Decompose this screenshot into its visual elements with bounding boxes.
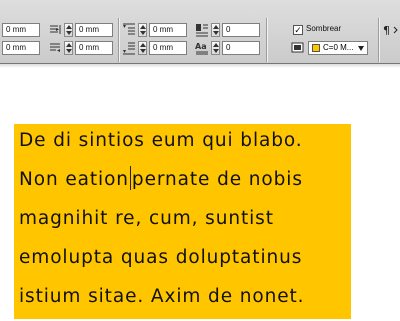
line-text: pernate de nobis — [131, 169, 303, 190]
line-text: magnihit re, cum, suntist — [14, 202, 351, 241]
space-before-stepper[interactable] — [138, 23, 147, 37]
shaded-paragraph[interactable]: De di sintios eum qui blabo. Non eation p… — [14, 124, 351, 319]
shading-color-name: C=0 M... — [323, 43, 354, 52]
svg-text:¶: ¶ — [383, 24, 390, 37]
last-line-indent-stepper[interactable] — [64, 41, 73, 55]
shading-color-icon — [291, 41, 305, 55]
shading-checkbox[interactable]: ✓ — [293, 25, 303, 35]
space-after-stepper[interactable] — [138, 41, 147, 55]
space-before-field[interactable]: 0 mm — [149, 23, 187, 37]
last-line-indent-icon — [48, 41, 62, 55]
right-indent-field[interactable]: 0 mm — [75, 23, 113, 37]
drop-cap-lines-stepper[interactable] — [211, 23, 220, 37]
text-line: emolupta quas doluptatinus — [14, 241, 351, 280]
document-page: De di sintios eum qui blabo. Non eation p… — [0, 86, 400, 321]
control-row-2: 0 mm 0 mm 0 mm Aa 0 C=0 M... — [0, 41, 400, 58]
right-indent-icon — [48, 23, 62, 37]
line-text: Non eation — [19, 169, 129, 190]
text-line: magnihit re, cum, suntist — [14, 202, 351, 241]
line-text-with-caret: Non eation pernate de nobis — [14, 163, 351, 202]
svg-text:Aa: Aa — [195, 42, 207, 51]
last-line-indent-field[interactable]: 0 mm — [75, 41, 113, 55]
right-indent-stepper[interactable] — [64, 23, 73, 37]
shading-color-dropdown[interactable]: C=0 M... — [308, 41, 368, 55]
paragraph-control-panel: 0 mm 0 mm 0 mm 0 ✓ Sombrear ¶ 0 mm 0 mm … — [0, 0, 400, 68]
color-swatch — [312, 44, 320, 52]
text-line: istium sitae. Axim de nonet. — [14, 280, 351, 319]
drop-cap-lines-field[interactable]: 0 — [222, 23, 260, 37]
space-after-field[interactable]: 0 mm — [149, 41, 187, 55]
text-line: De di sintios eum qui blabo. — [14, 124, 351, 163]
line-text: istium sitae. Axim de nonet. — [14, 280, 351, 319]
drop-cap-chars-stepper[interactable] — [211, 41, 220, 55]
control-row-1: 0 mm 0 mm 0 mm 0 ✓ Sombrear ¶ — [0, 18, 400, 62]
text-cursor — [129, 166, 131, 190]
chevron-down-icon — [358, 46, 364, 51]
left-indent-field[interactable]: 0 mm — [2, 23, 40, 37]
chevron-icon[interactable] — [393, 23, 400, 37]
drop-cap-chars-icon: Aa — [195, 41, 209, 55]
first-line-indent-field[interactable]: 0 mm — [2, 41, 40, 55]
text-line: Non eation pernate de nobis — [14, 163, 351, 202]
drop-cap-lines-icon — [195, 23, 209, 37]
space-after-icon — [122, 41, 136, 55]
drop-cap-chars-field[interactable]: 0 — [222, 41, 260, 55]
line-text: emolupta quas doluptatinus — [14, 241, 351, 280]
line-text: De di sintios eum qui blabo. — [14, 124, 351, 163]
space-before-icon — [122, 23, 136, 37]
shading-label: Sombrear — [306, 24, 342, 33]
